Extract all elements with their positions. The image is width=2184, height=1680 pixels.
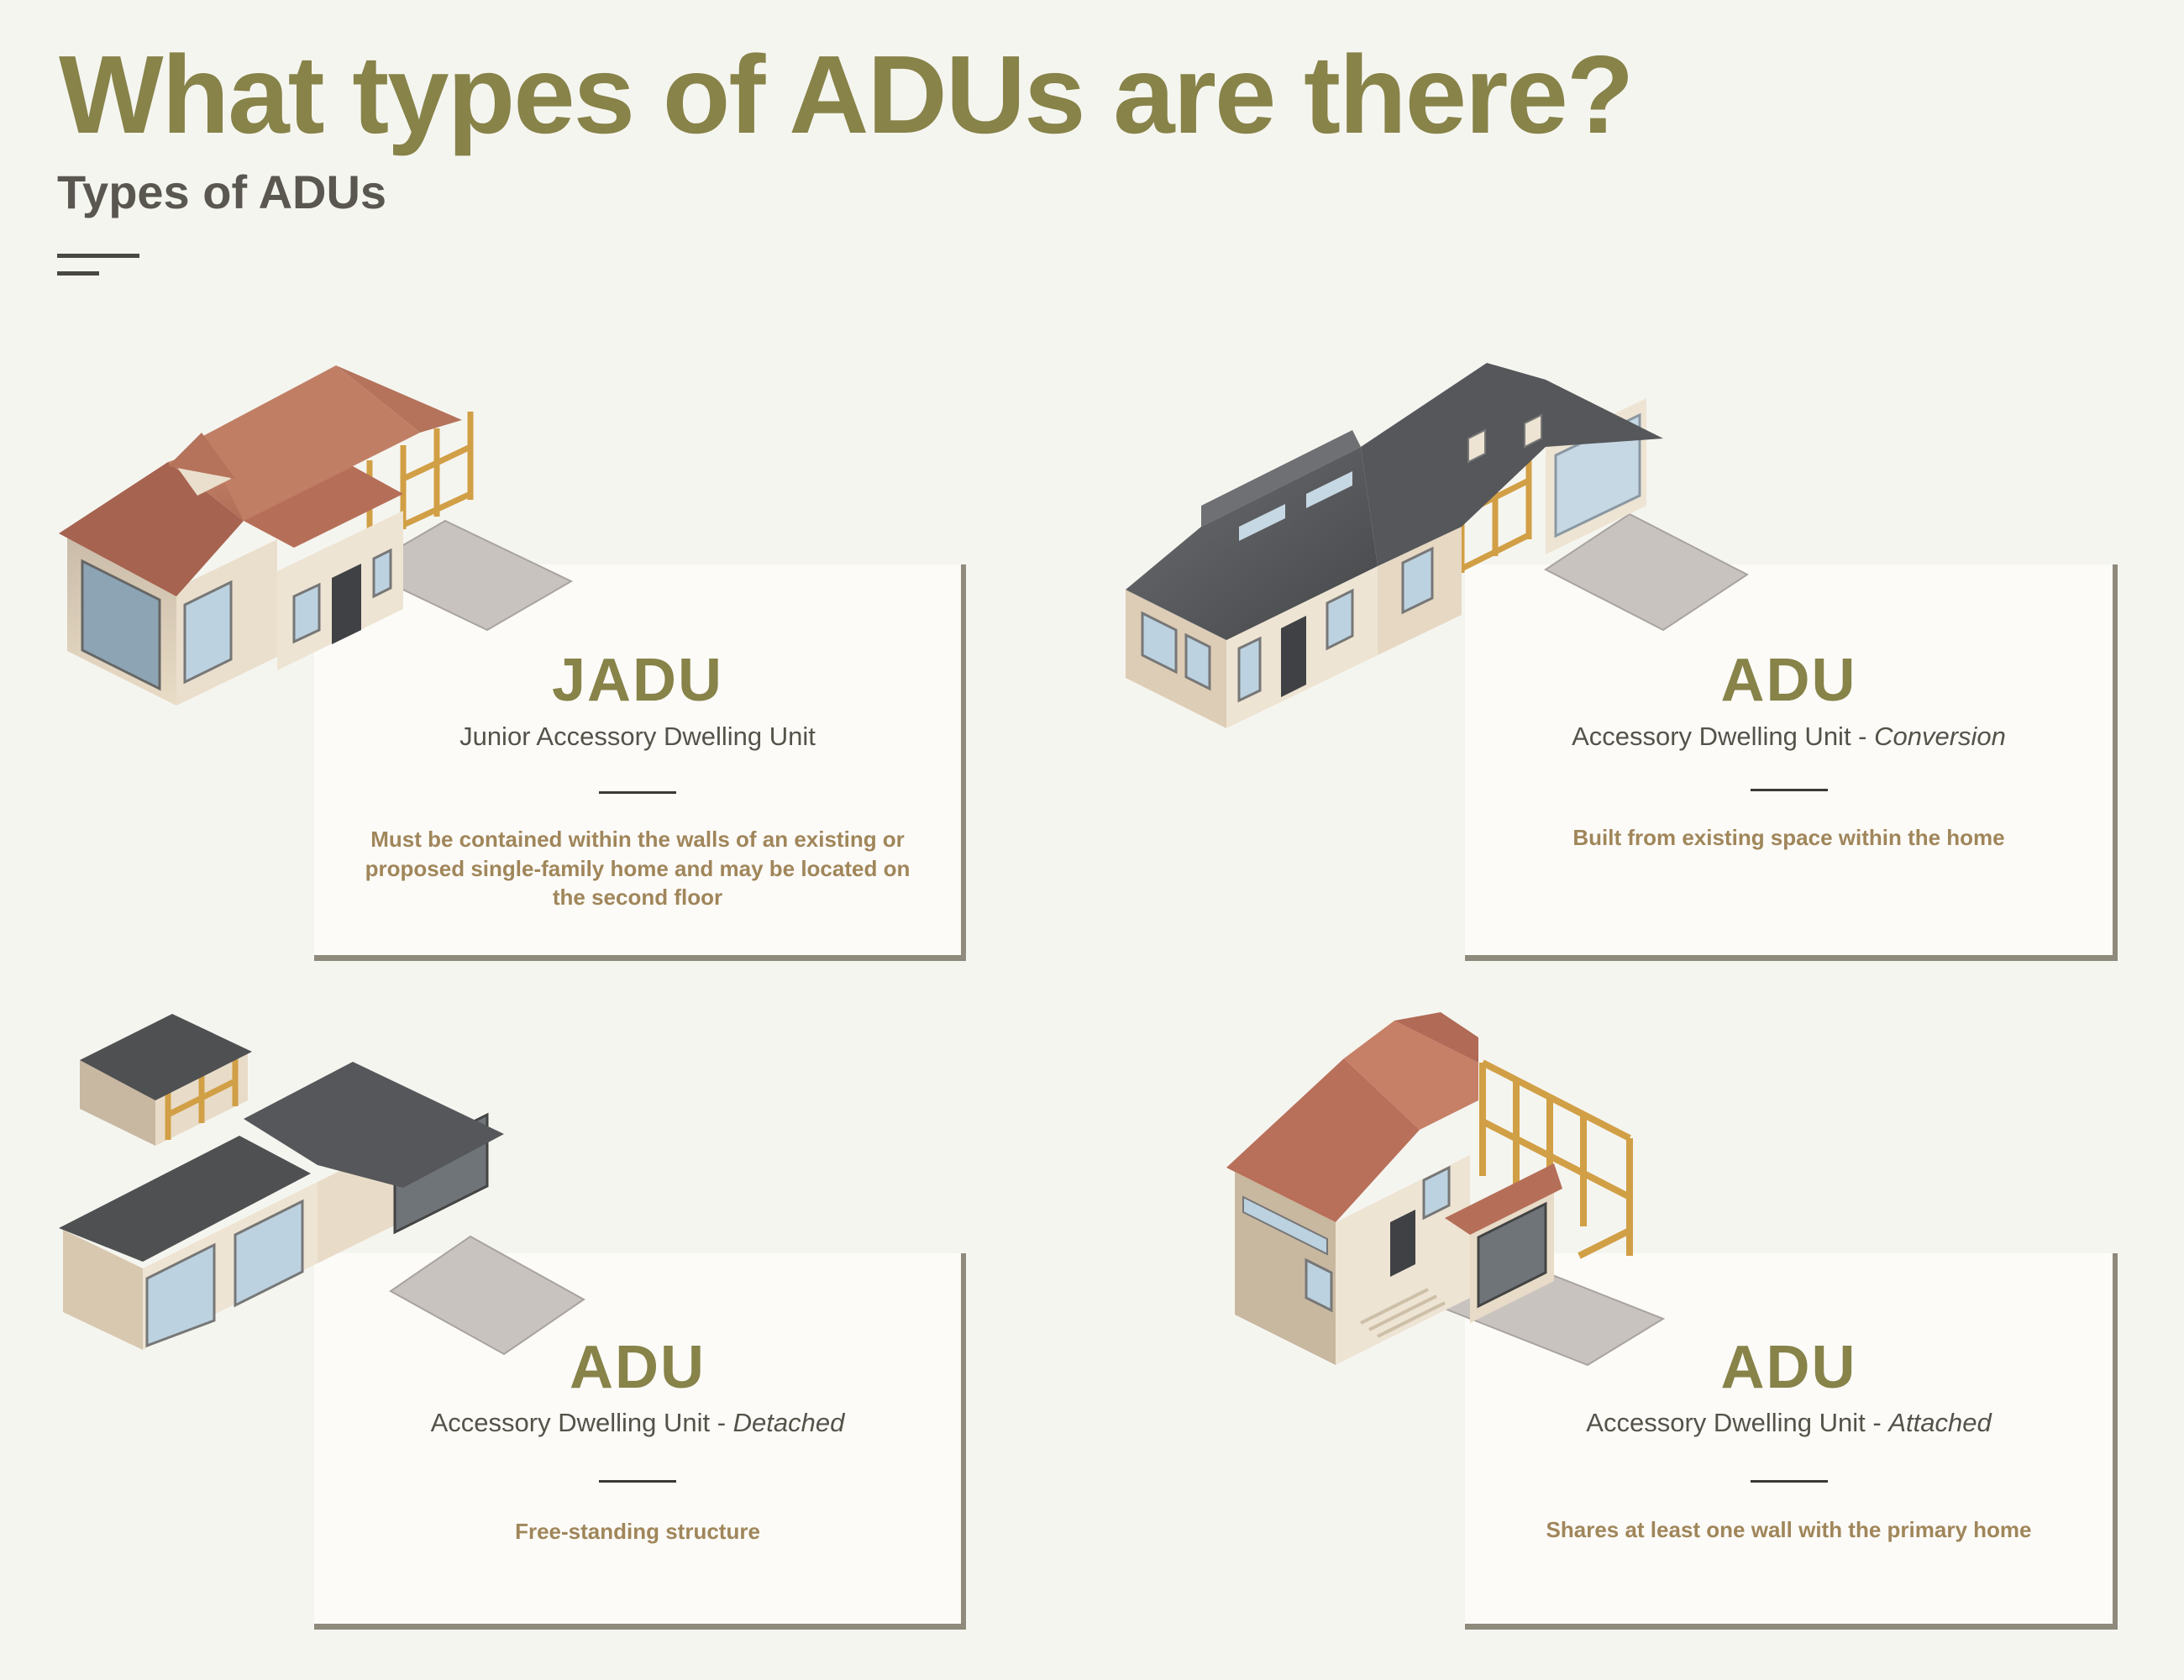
house-illustration-conversion <box>1126 363 1749 728</box>
card-subtitle: Accessory Dwelling Unit - Attached <box>1586 1408 1992 1437</box>
decorative-line-bottom <box>57 271 99 276</box>
page-title: What types of ADUs are there? <box>59 33 1634 156</box>
card-description: Must be contained within the walls of an… <box>365 827 911 911</box>
decorative-line-top <box>57 254 139 258</box>
card-divider <box>1750 1480 1828 1483</box>
card-subtitle: Junior Accessory Dwelling Unit <box>459 722 816 751</box>
card-subtitle: Accessory Dwelling Unit - Detached <box>430 1408 845 1437</box>
card-description: Shares at least one wall with the primar… <box>1546 1517 2032 1542</box>
page-subtitle: Types of ADUs <box>57 165 387 218</box>
house-illustration-attached <box>1226 1012 1666 1367</box>
card-divider <box>1750 789 1828 791</box>
card-divider <box>599 1480 676 1483</box>
card-description: Free-standing structure <box>515 1519 760 1544</box>
card-description: Built from existing space within the hom… <box>1572 825 2005 850</box>
card-divider <box>599 791 676 794</box>
house-illustration-jadu <box>59 365 574 706</box>
house-illustration-detached <box>59 1014 585 1356</box>
